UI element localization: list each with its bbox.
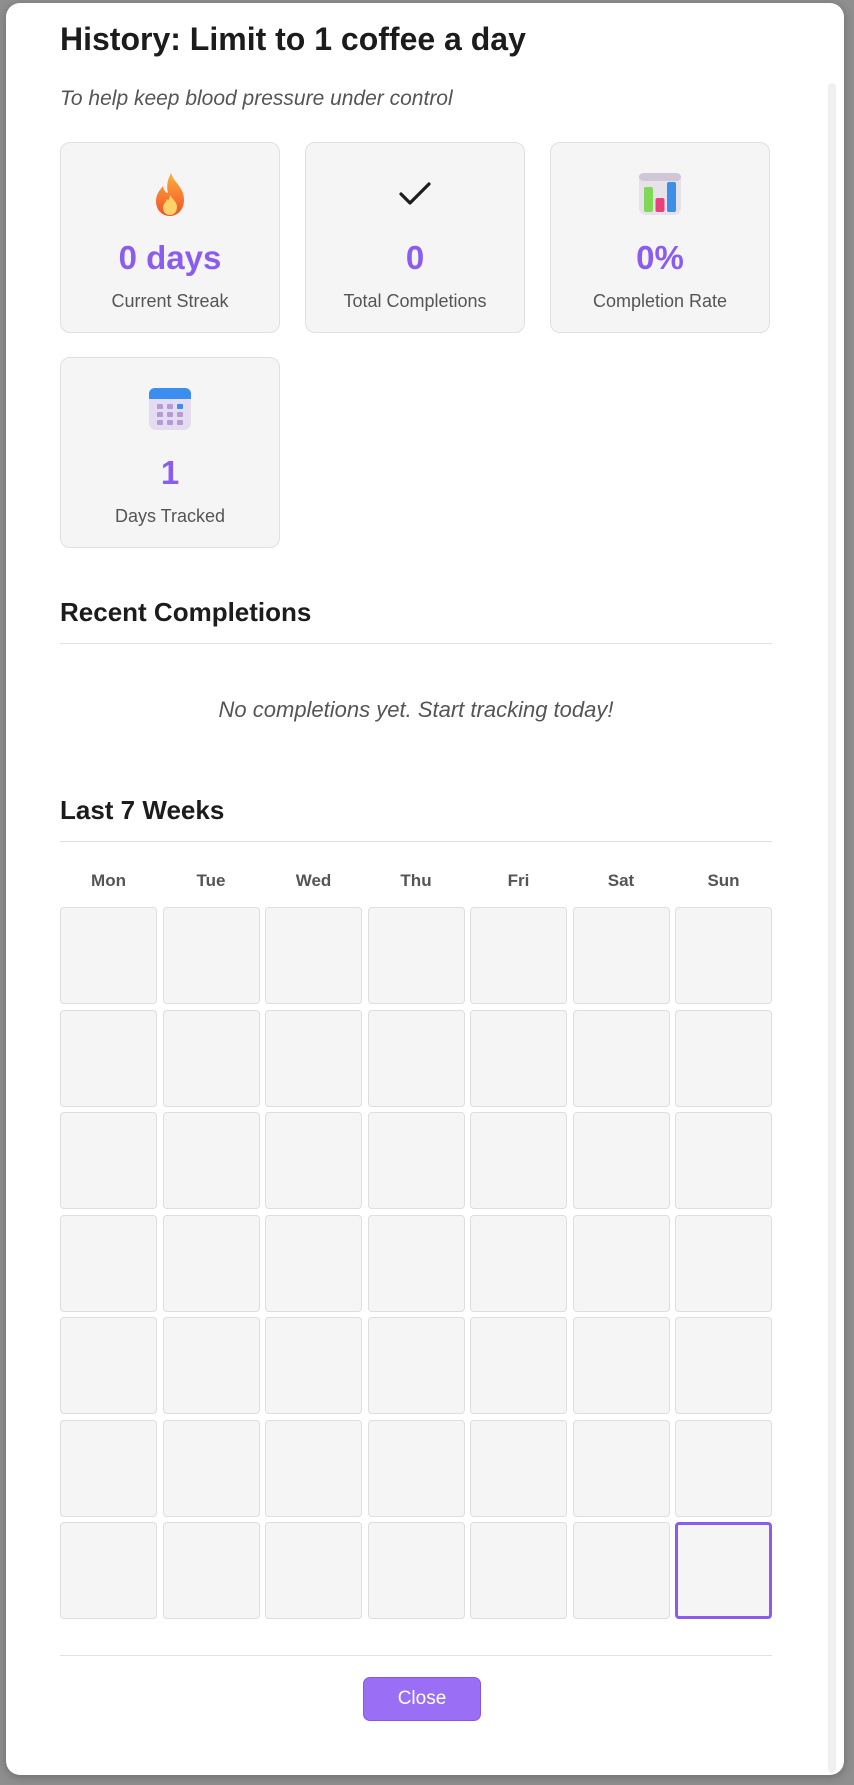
weekday-label: Thu (400, 871, 432, 890)
calendar-day-cell-today[interactable] (675, 1522, 772, 1619)
stat-value: 1 (160, 454, 180, 491)
history-modal: History: Limit to 1 coffee a day To help… (6, 3, 844, 1775)
calendar-day-cell[interactable] (367, 1317, 465, 1414)
calendar-day-cell[interactable] (572, 1112, 670, 1209)
calendar-day-cell[interactable] (675, 1112, 772, 1209)
calendar-day-cell[interactable] (572, 1317, 670, 1414)
calendar-day-cell[interactable] (572, 1009, 670, 1107)
calendar-day-cell[interactable] (675, 1317, 772, 1414)
empty-completions-message: No completions yet. Start tracking today… (218, 697, 614, 722)
calendar-day-cell[interactable] (265, 1214, 362, 1312)
calendar-day-cell[interactable] (367, 1112, 465, 1209)
weekday-label: Tue (196, 871, 226, 890)
stat-label: Completion Rate (592, 291, 728, 311)
close-button[interactable]: Close (363, 1677, 481, 1721)
stat-value: 0% (636, 239, 684, 276)
calendar-day-cell[interactable] (265, 1317, 362, 1414)
calendar-day-cell[interactable] (60, 907, 157, 1004)
calendar-day-cell[interactable] (265, 1009, 362, 1107)
calendar-day-cell[interactable] (367, 1419, 465, 1517)
calendar-day-cell[interactable] (572, 1214, 670, 1312)
calendar-day-cell[interactable] (470, 1214, 567, 1312)
calendar-day-cell[interactable] (162, 1522, 260, 1619)
modal-title: History: Limit to 1 coffee a day (60, 21, 526, 57)
calendar-day-cell[interactable] (265, 1522, 362, 1619)
footer-divider (60, 1655, 772, 1656)
calendar-day-cell[interactable] (470, 1522, 567, 1619)
stat-value: 0 days (118, 239, 222, 276)
calendar-day-cell[interactable] (367, 1214, 465, 1312)
weekday-label: Sat (607, 871, 635, 890)
stat-card-completion-rate: 0% Completion Rate (550, 142, 770, 333)
calendar-day-cell[interactable] (162, 1419, 260, 1517)
calendar-day-cell[interactable] (162, 1214, 260, 1312)
calendar-day-cell[interactable] (60, 1522, 157, 1619)
stat-label: Total Completions (343, 291, 487, 311)
calendar-day-cell[interactable] (162, 1009, 260, 1107)
recent-completions-heading: Recent Completions (60, 597, 312, 627)
calendar-day-cell[interactable] (60, 1214, 157, 1312)
calendar-day-cell[interactable] (470, 1112, 567, 1209)
calendar-day-cell[interactable] (470, 1317, 567, 1414)
calendar-day-cell[interactable] (60, 1317, 157, 1414)
calendar-day-cell[interactable] (60, 1419, 157, 1517)
bar-chart-icon (551, 171, 769, 217)
stat-label: Current Streak (111, 291, 229, 311)
calendar-day-cell[interactable] (675, 907, 772, 1004)
stat-card-total-completions: 0 Total Completions (305, 142, 525, 333)
calendar-day-cell[interactable] (675, 1009, 772, 1107)
weekday-label: Mon (91, 871, 126, 890)
calendar-icon (61, 386, 279, 432)
stat-card-current-streak: 0 days Current Streak (60, 142, 280, 333)
calendar-day-cell[interactable] (675, 1419, 772, 1517)
calendar-weekday-header: Mon Tue Wed Thu Fri Sat Sun (60, 871, 772, 895)
fire-icon (61, 171, 279, 217)
calendar-day-cell[interactable] (470, 1009, 567, 1107)
weekday-label: Fri (507, 871, 530, 890)
stat-label: Days Tracked (114, 506, 226, 526)
calendar-day-cell[interactable] (60, 1112, 157, 1209)
last-weeks-heading: Last 7 Weeks (60, 795, 225, 825)
stat-card-days-tracked: 1 Days Tracked (60, 357, 280, 548)
stat-value: 0 (405, 239, 425, 276)
calendar-day-cell[interactable] (572, 1522, 670, 1619)
calendar-day-cell[interactable] (162, 1112, 260, 1209)
calendar-day-cell[interactable] (265, 907, 362, 1004)
calendar-day-cell[interactable] (572, 1419, 670, 1517)
calendar-day-cell[interactable] (367, 1522, 465, 1619)
calendar-day-cell[interactable] (470, 907, 567, 1004)
calendar-day-cell[interactable] (572, 907, 670, 1004)
checkmark-icon (306, 171, 524, 217)
calendar-day-cell[interactable] (162, 1317, 260, 1414)
calendar-day-cell[interactable] (675, 1214, 772, 1312)
calendar-day-cell[interactable] (265, 1112, 362, 1209)
section-divider (60, 841, 772, 842)
calendar-day-cell[interactable] (367, 1009, 465, 1107)
modal-scrollbar[interactable] (828, 83, 836, 1773)
calendar-day-cell[interactable] (367, 907, 465, 1004)
calendar-day-cell[interactable] (265, 1419, 362, 1517)
modal-subtitle: To help keep blood pressure under contro… (60, 87, 453, 110)
section-divider (60, 643, 772, 644)
calendar-day-cell[interactable] (60, 1009, 157, 1107)
calendar-day-cell[interactable] (162, 907, 260, 1004)
calendar-day-cell[interactable] (470, 1419, 567, 1517)
weekday-label: Sun (707, 871, 740, 890)
weekday-label: Wed (295, 871, 332, 890)
